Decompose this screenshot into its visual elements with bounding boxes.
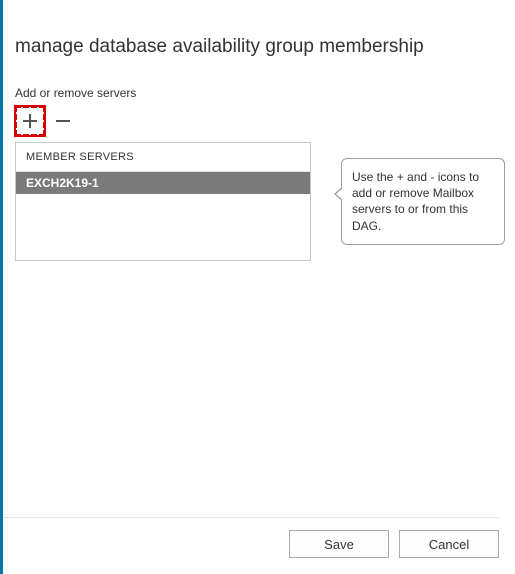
page-title: manage database availability group membe… xyxy=(3,0,515,58)
save-button[interactable]: Save xyxy=(289,530,389,558)
list-item[interactable]: EXCH2K19-1 xyxy=(16,172,310,194)
help-tooltip: Use the + and - icons to add or remove M… xyxy=(341,158,505,245)
add-server-button[interactable] xyxy=(18,109,42,133)
plus-icon xyxy=(21,112,39,130)
list-header: MEMBER SERVERS xyxy=(16,143,310,172)
member-servers-list: MEMBER SERVERS EXCH2K19-1 xyxy=(15,142,311,261)
section-label: Add or remove servers xyxy=(3,58,515,106)
remove-server-button[interactable] xyxy=(51,109,75,133)
minus-icon xyxy=(54,112,72,130)
tutorial-highlight xyxy=(15,106,45,136)
dialog-footer: Save Cancel xyxy=(3,517,499,558)
list-body[interactable]: EXCH2K19-1 xyxy=(16,172,310,260)
cancel-button[interactable]: Cancel xyxy=(399,530,499,558)
add-remove-toolbar xyxy=(3,106,515,142)
